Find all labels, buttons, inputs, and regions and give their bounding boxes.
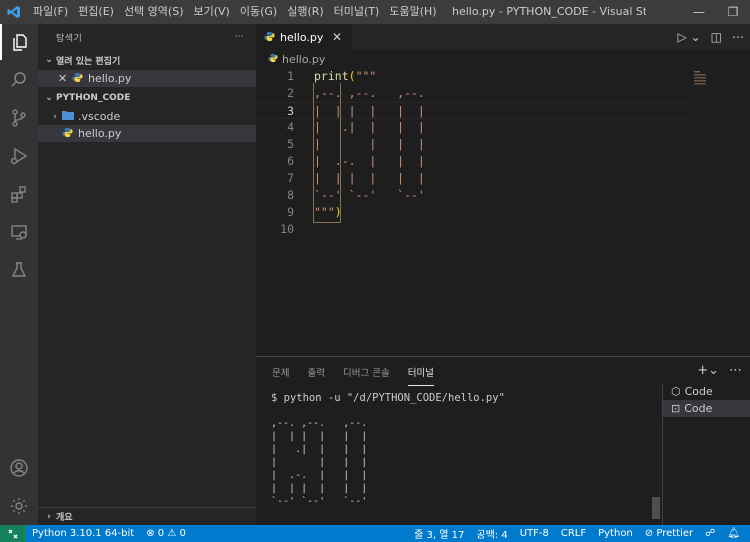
- line-number: 8: [287, 188, 294, 202]
- activity-bar: [0, 24, 38, 525]
- more-actions-icon[interactable]: ⋯: [732, 30, 744, 44]
- line-number: 3: [287, 104, 294, 118]
- folder-header[interactable]: ⌄ PYTHON_CODE: [38, 88, 256, 108]
- line-number: 1: [287, 69, 294, 83]
- menu-run[interactable]: 실행(R): [282, 0, 328, 24]
- menu-go[interactable]: 이동(G): [235, 0, 282, 24]
- language-mode[interactable]: Python: [592, 528, 639, 539]
- prettier-icon: ⊘: [644, 528, 654, 539]
- line-number: 4: [287, 120, 294, 134]
- tab-problems[interactable]: 문제: [272, 359, 289, 385]
- tab-output[interactable]: 출력: [307, 359, 324, 385]
- tab-label: hello.py: [280, 31, 324, 44]
- terminal-list: ⬡ Code ⊡ Code: [662, 383, 750, 526]
- tab-debug-console[interactable]: 디버그 콘솔: [343, 359, 390, 385]
- terminal-icon: ⊡: [671, 402, 681, 415]
- settings-gear-icon[interactable]: [0, 488, 38, 524]
- chevron-right-icon: ›: [47, 511, 51, 522]
- python-file-icon: [268, 53, 278, 66]
- tab-terminal[interactable]: 터미널: [407, 359, 434, 386]
- breadcrumb: hello.py: [256, 50, 750, 68]
- remote-indicator-icon[interactable]: [0, 525, 26, 542]
- split-editor-icon[interactable]: ◫: [711, 30, 722, 44]
- run-python-file-icon[interactable]: ▷ ⌄: [678, 30, 701, 44]
- menu-bar: 파일(F) 편집(E) 선택 영역(S) 보기(V) 이동(G) 실행(R) 터…: [28, 0, 442, 24]
- folder-icon: [62, 110, 78, 123]
- minimize-button[interactable]: —: [682, 0, 716, 24]
- tab-bar: hello.py ✕ ▷ ⌄ ◫ ⋯: [256, 24, 750, 50]
- warning-icon: ⚠: [167, 528, 177, 539]
- search-icon[interactable]: [0, 62, 38, 98]
- more-actions-icon[interactable]: ⋯: [729, 363, 742, 378]
- indentation[interactable]: 공백: 4: [470, 526, 513, 541]
- outline-header[interactable]: › 개요: [38, 507, 256, 525]
- terminal-scrollbar[interactable]: [652, 497, 660, 519]
- error-icon: ⊗: [146, 528, 155, 539]
- line-number: 7: [287, 171, 294, 185]
- line-number: 9: [287, 205, 294, 219]
- chevron-right-icon: ›: [53, 111, 57, 122]
- account-icon[interactable]: [0, 450, 38, 486]
- tree-item-vscode-folder[interactable]: › .vscode: [38, 108, 256, 125]
- line-number: 10: [280, 222, 294, 236]
- explorer-icon[interactable]: [0, 24, 38, 60]
- menu-help[interactable]: 도움말(H): [384, 0, 441, 24]
- chevron-down-icon: ⌄: [45, 93, 53, 103]
- source-control-icon[interactable]: [0, 100, 38, 136]
- open-editors-header[interactable]: ⌄ 열려 있는 편집기: [38, 50, 256, 70]
- status-bar: Python 3.10.1 64-bit ⊗ 0 ⚠ 0 줄 3, 열 17 공…: [0, 525, 750, 542]
- encoding[interactable]: UTF-8: [514, 528, 555, 539]
- terminal[interactable]: $ python -u "/d/PYTHON_CODE/hello.py" ,-…: [271, 391, 651, 526]
- sidebar-title: 탐색기: [56, 33, 83, 44]
- problems-indicator[interactable]: ⊗ 0 ⚠ 0: [140, 528, 192, 539]
- minimap[interactable]: [690, 68, 750, 356]
- bottom-panel: 문제 출력 디버그 콘솔 터미널 +⌄ ⋯ $ python -u "/d/PY…: [256, 356, 750, 526]
- prettier-status[interactable]: ⊘ Prettier: [639, 528, 699, 539]
- python-file-icon: [264, 31, 275, 45]
- tree-item-hello-py[interactable]: hello.py: [38, 125, 256, 142]
- notifications-bell-icon[interactable]: 🔔︎: [721, 528, 746, 539]
- chevron-down-icon: ⌄: [45, 55, 53, 65]
- restore-button[interactable]: ❐: [716, 0, 750, 24]
- python-file-icon: [72, 72, 88, 86]
- line-number: 2: [287, 86, 294, 100]
- menu-file[interactable]: 파일(F): [28, 0, 73, 24]
- more-actions-icon[interactable]: ⋯: [235, 32, 245, 42]
- new-terminal-icon[interactable]: +⌄: [697, 363, 719, 378]
- menu-view[interactable]: 보기(V): [188, 0, 234, 24]
- menu-selection[interactable]: 선택 영역(S): [119, 0, 189, 24]
- vscode-logo-icon: [0, 0, 28, 24]
- explorer-sidebar: 탐색기 ⋯ ⌄ 열려 있는 편집기 ✕ hello.py ⌄ PYTHON_CO…: [38, 24, 256, 525]
- bracket-highlight: [313, 83, 341, 223]
- python-interpreter[interactable]: Python 3.10.1 64-bit: [26, 528, 140, 539]
- feedback-icon[interactable]: ☍: [699, 528, 721, 539]
- line-number: 6: [287, 154, 294, 168]
- breadcrumb-file[interactable]: hello.py: [282, 53, 325, 66]
- testing-icon[interactable]: [0, 252, 38, 288]
- terminal-command: $ python -u "/d/PYTHON_CODE/hello.py": [271, 392, 505, 404]
- end-of-line[interactable]: CRLF: [555, 528, 592, 539]
- close-tab-icon[interactable]: ✕: [332, 30, 342, 44]
- terminal-output: ,--. ,--. ,--. | | | | | | | .| | | | | …: [271, 418, 368, 507]
- line-number: 5: [287, 137, 294, 151]
- run-debug-icon[interactable]: [0, 138, 38, 174]
- menu-terminal[interactable]: 터미널(T): [329, 0, 385, 24]
- terminal-instance[interactable]: ⊡ Code: [663, 400, 750, 417]
- python-file-icon: [62, 127, 78, 141]
- menu-edit[interactable]: 편집(E): [73, 0, 119, 24]
- extensions-icon[interactable]: [0, 176, 38, 212]
- window-title: hello.py - PYTHON_CODE - Visual Studio C…: [452, 5, 646, 18]
- close-icon[interactable]: ✕: [58, 72, 72, 85]
- tab-hello-py[interactable]: hello.py ✕: [256, 24, 352, 50]
- open-editor-item[interactable]: ✕ hello.py: [38, 70, 256, 87]
- terminal-instance[interactable]: ⬡ Code: [663, 383, 750, 400]
- code-editor[interactable]: 1 print(""" 2 ,--. ,--. ,--. 3 | | | | | | …: [256, 68, 750, 356]
- title-bar: 파일(F) 편집(E) 선택 영역(S) 보기(V) 이동(G) 실행(R) 터…: [0, 0, 750, 24]
- terminal-icon: ⬡: [671, 385, 681, 398]
- remote-explorer-icon[interactable]: [0, 214, 38, 250]
- cursor-position[interactable]: 줄 3, 열 17: [408, 526, 470, 541]
